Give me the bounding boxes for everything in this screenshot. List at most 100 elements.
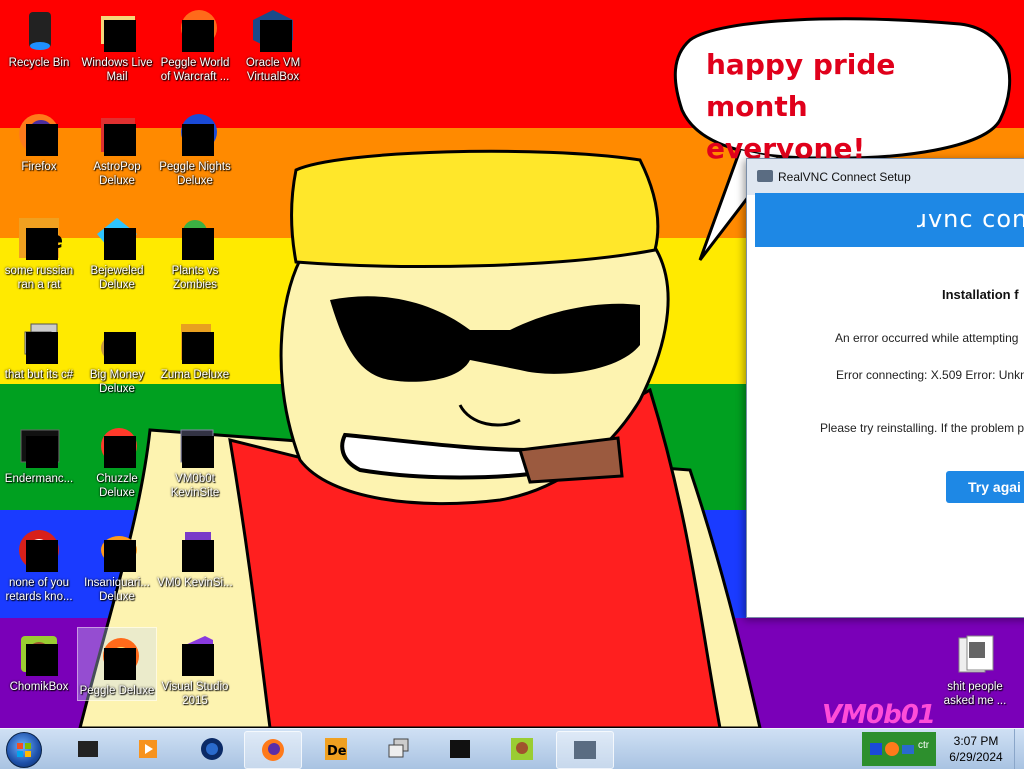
tray-icon-firefox[interactable]	[884, 741, 900, 757]
speech-line-1: happy pride month	[706, 48, 896, 123]
chomikbox-icon	[15, 630, 63, 678]
desktop-icon-astropop[interactable]: AstroPop Deluxe	[78, 104, 156, 188]
redaction-box	[182, 540, 214, 572]
redaction-box	[104, 436, 136, 468]
peggle-nights-icon	[171, 110, 219, 158]
error-line-2: Error connecting: X.509 Error: Unkno	[836, 368, 1024, 382]
error-line-3: Please try reinstalling. If the problem …	[820, 421, 1024, 435]
virtualbox-icon	[249, 6, 297, 54]
show-desktop-button[interactable]	[1014, 729, 1024, 769]
redaction-box	[182, 124, 214, 156]
desktop-icon-label: VM0 KevinSi...	[157, 577, 233, 589]
desktop-icon-peggle-deluxe[interactable]: Peggle Deluxe	[77, 627, 157, 701]
redaction-box	[104, 648, 136, 680]
desktop-icon-visual-studio[interactable]: Visual Studio 2015	[156, 624, 234, 708]
endermanch-icon	[450, 740, 470, 758]
terminal-icon	[78, 741, 98, 757]
desktop-icon-russian-rat[interactable]: De some russian ran a rat	[0, 208, 78, 292]
desktop-icon-peggle-wow[interactable]: Peggle World of Warcraft ...	[156, 0, 234, 84]
globe-icon	[201, 738, 223, 760]
desktop-icon-chuzzle[interactable]: Chuzzle Deluxe	[78, 416, 156, 500]
desktop-icon-label: that but its c#	[4, 369, 74, 381]
redaction-box	[104, 124, 136, 156]
realvnc-icon	[574, 741, 596, 759]
peggle-wow-icon	[171, 6, 219, 54]
realvnc-banner: ɹvnc con	[755, 193, 1024, 247]
try-again-button[interactable]: Try agai	[946, 471, 1024, 503]
desktop-icon-zuma[interactable]: Zuma Deluxe	[156, 312, 234, 382]
taskbar-item-endermanch[interactable]	[432, 731, 488, 767]
firefox-icon	[15, 110, 63, 158]
taskbar-item-realvnc[interactable]	[556, 731, 614, 769]
desktop-icon-vm0b0t-kevinsite[interactable]: VM0b0t KevinSite	[156, 416, 234, 500]
visual-studio-icon	[171, 630, 219, 678]
dialog-titlebar[interactable]: RealVNC Connect Setup	[747, 159, 1024, 195]
taskbar-item-chomikbox[interactable]	[494, 731, 550, 767]
desktop-icon-endermanch[interactable]: Endermanc...	[0, 416, 78, 486]
desktop-icon-chomikbox[interactable]: ChomikBox	[0, 624, 78, 694]
desktop-icon-label: Zuma Deluxe	[160, 369, 230, 381]
desktop-icon-label: Peggle Nights Deluxe	[159, 161, 231, 187]
desktop-icon-firefox[interactable]: Firefox	[0, 104, 78, 174]
folder-icon	[951, 630, 999, 678]
desktop-icon-label: Insaniquari... Deluxe	[84, 577, 150, 603]
clock-date: 6/29/2024	[949, 750, 1003, 764]
desktop-icon-insaniquarium[interactable]: Insaniquari... Deluxe	[78, 520, 156, 604]
desktop-icon-vm0-kevinsite[interactable]: VM0 KevinSi...	[156, 520, 234, 590]
realvnc-app-icon	[757, 170, 773, 182]
plant-icon	[171, 214, 219, 262]
windows-icon	[388, 738, 409, 758]
tray-partial-text: ctr	[918, 740, 930, 751]
astropop-icon	[93, 110, 141, 158]
chuzzle-icon	[93, 422, 141, 470]
realvnc-logo-text: ɹvnc con	[917, 205, 1024, 233]
desktop-icon-label: Chuzzle Deluxe	[96, 473, 138, 499]
redaction-box	[182, 20, 214, 52]
redaction-box	[182, 332, 214, 364]
desktop-icon-label: Big Money Deluxe	[89, 369, 145, 395]
money-bag-icon	[93, 318, 141, 366]
redaction-box	[182, 436, 214, 468]
redaction-box	[260, 20, 292, 52]
taskbar-item-de[interactable]: De	[308, 731, 364, 767]
redaction-box	[26, 644, 58, 676]
desktop-icon-virtualbox[interactable]: Oracle VM VirtualBox	[234, 0, 312, 84]
taskbar-item-media-player[interactable]	[120, 731, 176, 767]
desktop-icon-label: Peggle Deluxe	[79, 685, 155, 697]
taskbar-item-terminal[interactable]	[60, 731, 116, 767]
redaction-box	[26, 332, 58, 364]
svg-text:De: De	[327, 744, 347, 759]
tray-icon-1[interactable]	[868, 741, 884, 757]
desktop-icon-none-of-you[interactable]: none of you retards kno...	[0, 520, 78, 604]
desktop-icon-label: some russian ran a rat	[4, 265, 74, 291]
desktop-icon-plants-vs-zombies[interactable]: Plants vs Zombies	[156, 208, 234, 292]
desktop-icon-that-but-csharp[interactable]: that but its c#	[0, 312, 78, 382]
start-button[interactable]	[4, 731, 44, 768]
de-app-icon: De	[15, 214, 63, 262]
mail-icon	[93, 6, 141, 54]
taskbar-item-globe[interactable]	[184, 731, 240, 767]
fish-icon	[93, 526, 141, 574]
redaction-box	[182, 228, 214, 260]
desktop-icon-bejeweled[interactable]: Bejeweled Deluxe	[78, 208, 156, 292]
peggle-icon	[93, 634, 141, 682]
visual-studio-small-icon	[171, 526, 219, 574]
clock-time: 3:07 PM	[953, 734, 999, 748]
tray-icon-network[interactable]	[900, 741, 916, 757]
desktop-icon-windows-live-mail[interactable]: Windows Live Mail	[78, 0, 156, 84]
desktop-icon-label: Windows Live Mail	[81, 57, 153, 83]
gem-icon	[93, 214, 141, 262]
taskbar-item-firefox[interactable]	[244, 731, 302, 769]
shortcut-icon	[171, 422, 219, 470]
dialog-title: RealVNC Connect Setup	[778, 170, 911, 184]
taskbar-item-windows[interactable]	[370, 731, 426, 767]
redaction-box	[26, 540, 58, 572]
taskbar-clock[interactable]: 3:07 PM 6/29/2024	[944, 733, 1008, 765]
windows-stack-icon	[15, 318, 63, 366]
desktop-icon-label: Oracle VM VirtualBox	[245, 57, 301, 83]
desktop-icon-recycle-bin[interactable]: Recycle Bin	[0, 0, 78, 70]
desktop-icon-peggle-nights[interactable]: Peggle Nights Deluxe	[156, 104, 234, 188]
desktop-icon-label: VM0b0t KevinSite	[170, 473, 220, 499]
desktop-icon-shit-people-asked[interactable]: shit people asked me ...	[936, 624, 1014, 708]
desktop-icon-big-money[interactable]: Big Money Deluxe	[78, 312, 156, 396]
